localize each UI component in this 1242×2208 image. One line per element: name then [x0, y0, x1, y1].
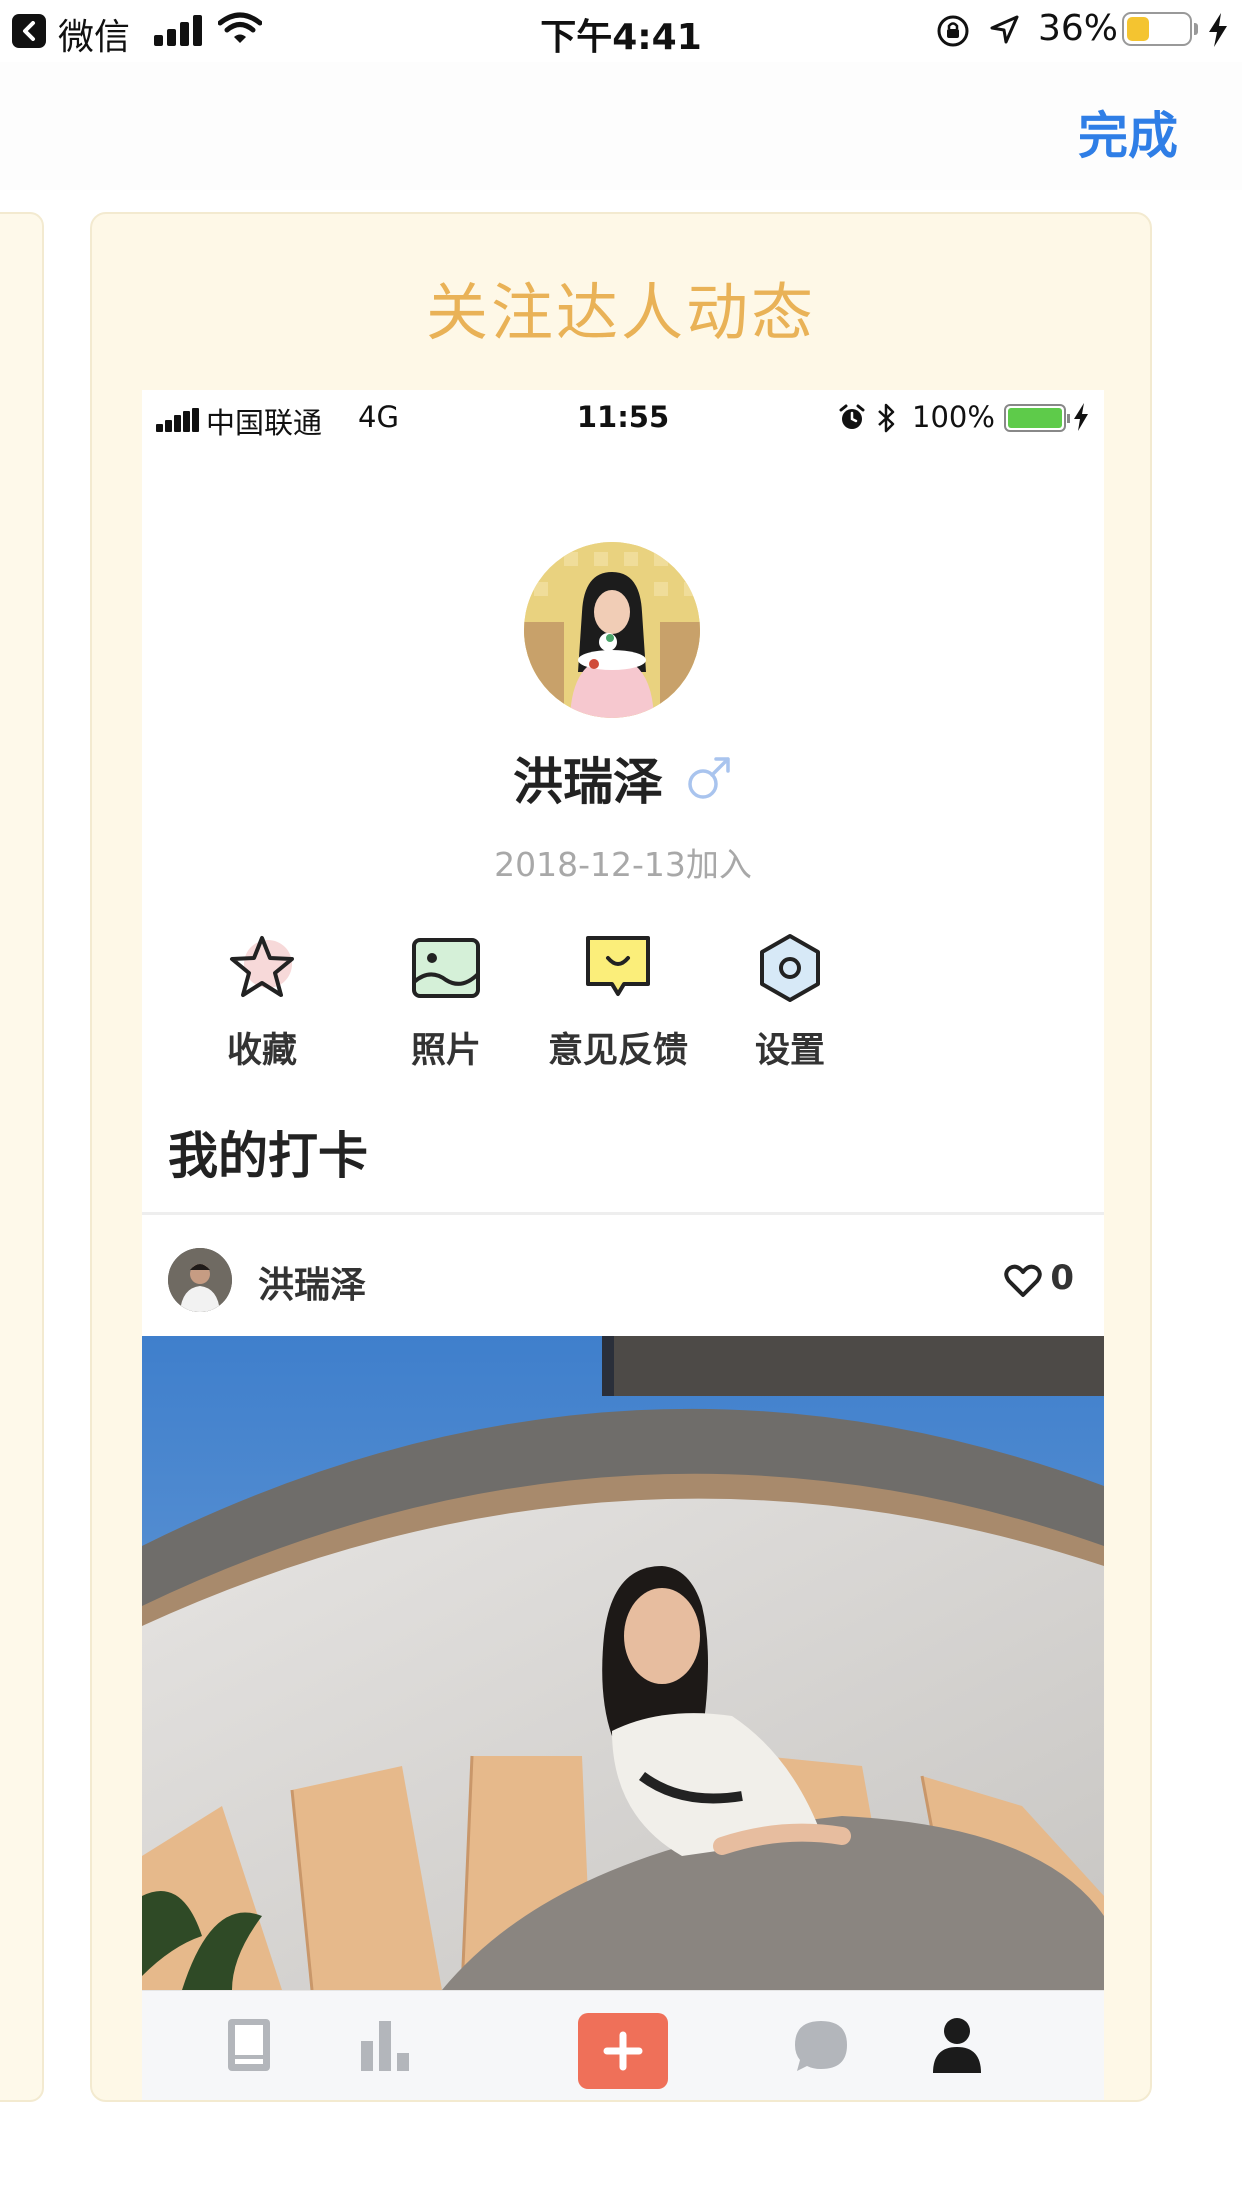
nav-bar: 完成 — [0, 62, 1242, 190]
battery-icon — [1122, 12, 1198, 46]
inner-battery-icon — [1004, 404, 1070, 432]
bar-chart-icon — [361, 2021, 409, 2071]
alarm-icon — [839, 404, 865, 429]
like-count: 0 — [1050, 1258, 1074, 1298]
profile-name: 洪瑞泽 — [513, 753, 663, 811]
book-icon — [228, 2019, 270, 2071]
inner-charging-icon — [1074, 403, 1088, 431]
battery-percent: 36% — [1038, 8, 1119, 49]
post-author-name[interactable]: 洪瑞泽 — [258, 1256, 366, 1308]
inner-status-bar: 中国联通 4G 11:55 100% — [142, 390, 1104, 446]
post-author-avatar[interactable] — [168, 1248, 232, 1312]
previous-card[interactable] — [0, 212, 44, 2102]
divider — [142, 1212, 1104, 1215]
heart-icon[interactable] — [1004, 1264, 1042, 1298]
status-bar: 微信 下午4:41 36% — [0, 0, 1242, 62]
phone-screenshot: 中国联通 4G 11:55 100% 洪瑞泽 2018-12-13加入 收藏 照… — [142, 390, 1104, 2100]
favorites-label: 收藏 — [226, 1031, 297, 1071]
male-symbol-icon — [688, 757, 730, 799]
feedback-icon — [586, 936, 650, 996]
charging-bolt-icon — [1209, 13, 1227, 47]
person-icon — [933, 2018, 981, 2073]
profile-actions: 收藏 照片 意见反馈 设置 — [142, 928, 1104, 1071]
tab-profile[interactable] — [912, 2015, 1002, 2085]
rotation-lock-icon — [937, 15, 969, 47]
done-button[interactable]: 完成 — [1078, 96, 1178, 168]
profile-name-row: 洪瑞泽 — [142, 742, 1104, 814]
photos-button[interactable]: 照片 — [346, 928, 546, 1073]
settings-label: 设置 — [754, 1031, 825, 1071]
joined-date: 2018-12-13加入 — [494, 845, 752, 884]
tab-chat[interactable] — [776, 2015, 866, 2085]
add-icon — [603, 2031, 643, 2071]
tab-bar — [142, 1990, 1104, 2100]
chat-bubble-icon — [795, 2021, 847, 2071]
feedback-label: 意见反馈 — [547, 1031, 688, 1071]
tab-stats[interactable] — [340, 2015, 430, 2085]
inner-battery-percent: 100% — [912, 400, 995, 434]
post-photo[interactable] — [142, 1336, 1104, 1990]
settings-button[interactable]: 设置 — [690, 928, 890, 1073]
tab-book[interactable] — [204, 2015, 294, 2085]
favorites-button[interactable]: 收藏 — [162, 928, 362, 1073]
section-title: 我的打卡 — [168, 1127, 368, 1185]
profile-avatar[interactable] — [524, 542, 700, 718]
preview-card: 关注达人动态 中国联通 4G 11:55 100% 洪瑞泽 2018-12-13… — [90, 212, 1152, 2102]
card-title: 关注达人动态 — [425, 276, 816, 349]
settings-hexagon-icon — [760, 934, 820, 1002]
photos-label: 照片 — [410, 1031, 481, 1071]
bluetooth-icon — [878, 403, 895, 433]
add-button[interactable] — [578, 2013, 668, 2089]
post-header: 洪瑞泽 0 — [142, 1218, 1104, 1336]
star-icon — [230, 936, 294, 997]
location-arrow-icon — [990, 15, 1019, 44]
feedback-button[interactable]: 意见反馈 — [518, 928, 718, 1073]
photo-icon — [412, 938, 480, 998]
